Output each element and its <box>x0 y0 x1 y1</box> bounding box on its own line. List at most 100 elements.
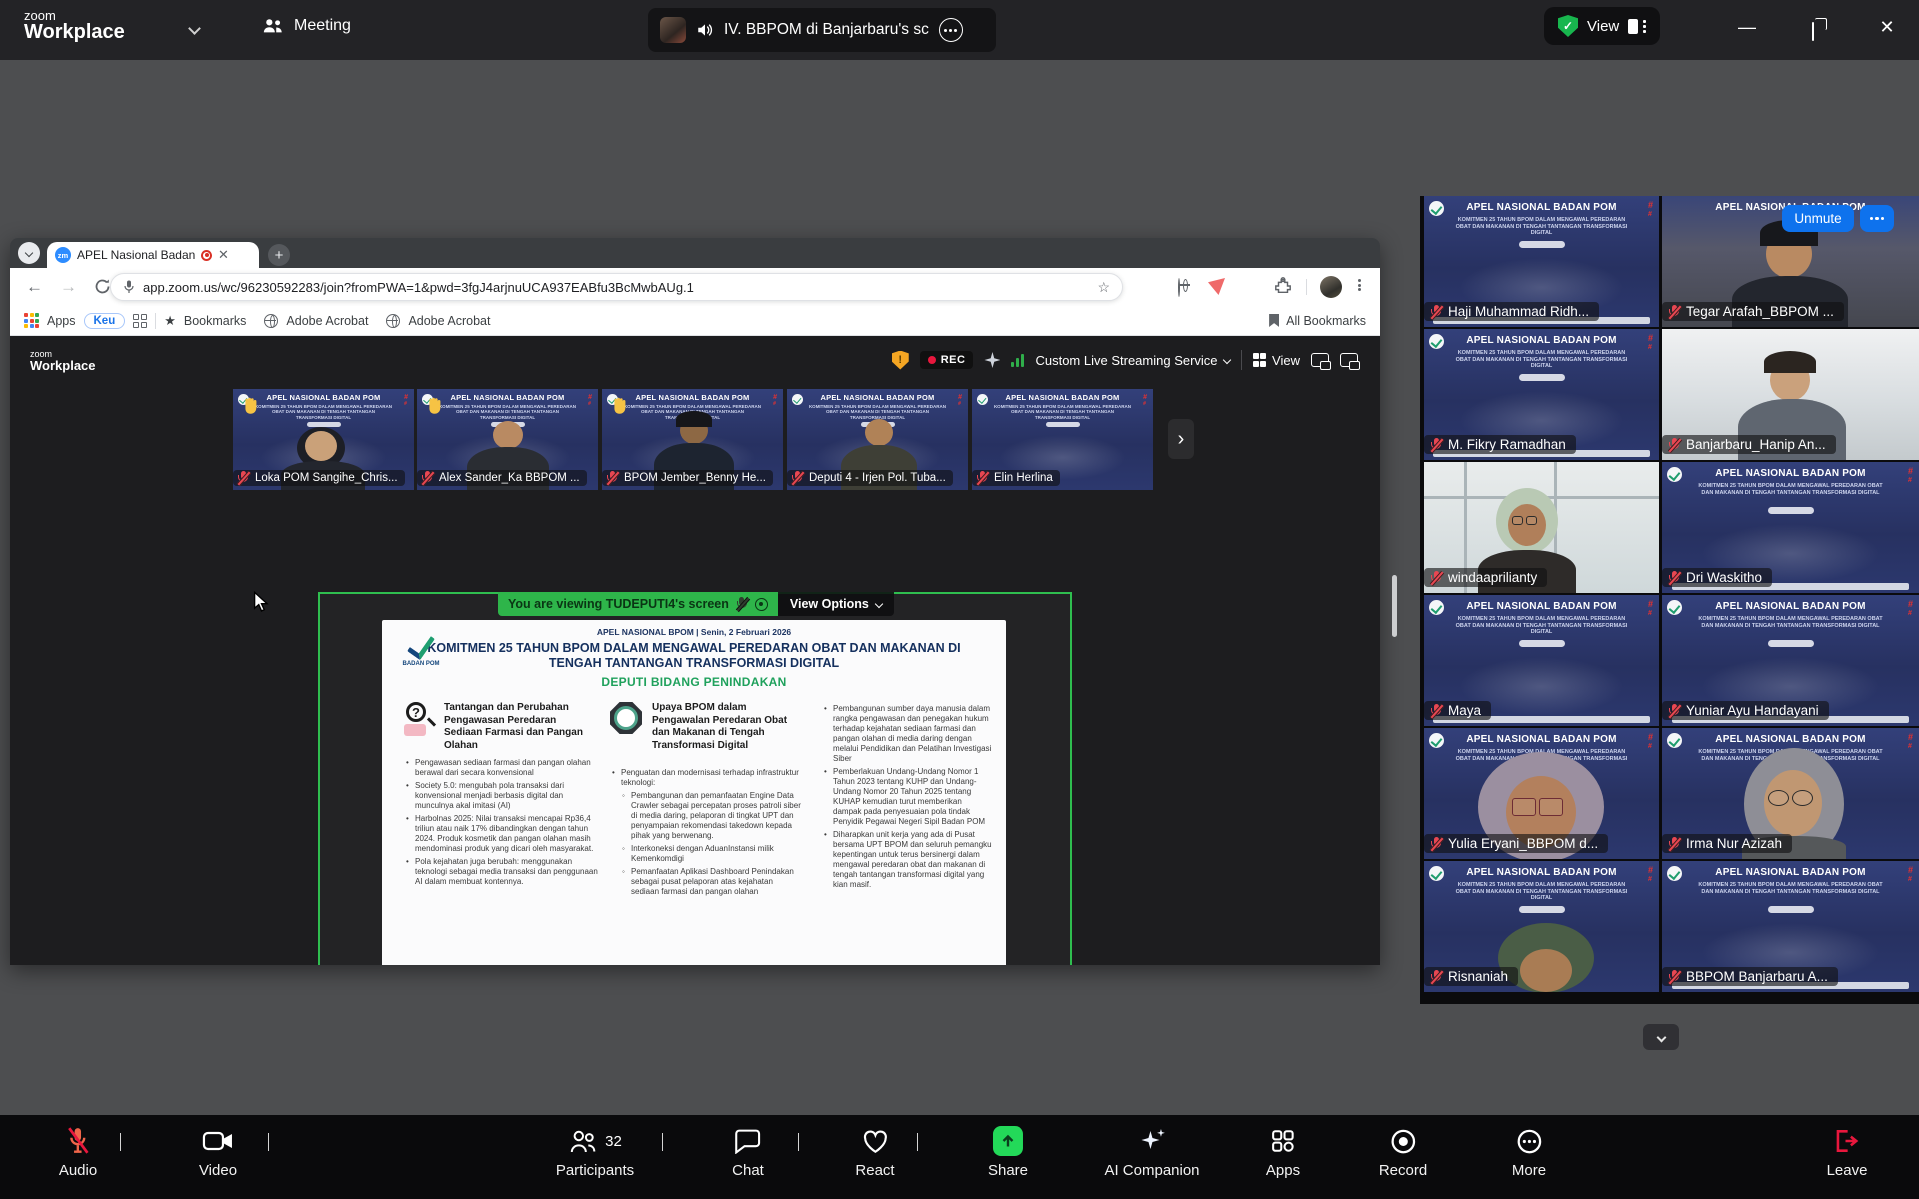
bookmark-bookmarks[interactable]: Bookmarks <box>184 314 247 328</box>
record-button[interactable]: Record <box>1379 1125 1427 1179</box>
bookmark-acrobat-1[interactable]: Adobe Acrobat <box>286 314 368 328</box>
apps-button[interactable]: Apps <box>1266 1125 1300 1179</box>
badan-pom-logo-icon <box>977 394 988 405</box>
restore-button[interactable] <box>1812 23 1814 41</box>
view-label: View <box>1587 18 1619 35</box>
strip-participant-tile[interactable]: APEL NASIONAL BADAN POM KOMITMEN 25 TAHU… <box>602 389 783 490</box>
col3-bullets: Pembangunan sumber daya manusia dalam ra… <box>824 704 992 893</box>
tab-meeting[interactable]: Meeting <box>262 17 351 35</box>
strip-next-chevron-button[interactable]: › <box>1168 419 1194 459</box>
video-options-chevron-icon[interactable] <box>268 1133 269 1151</box>
raised-hand-icon <box>239 395 261 417</box>
participant-nametag: Deputi 4 - Irjen Pol. Tuba... <box>787 470 953 486</box>
browser-menu-kebab-icon[interactable] <box>1358 278 1361 293</box>
participants-options-chevron-icon[interactable] <box>662 1133 663 1151</box>
bookmark-grid-icon[interactable] <box>133 314 147 328</box>
leave-label: Leave <box>1827 1162 1868 1179</box>
extensions-puzzle-icon[interactable] <box>1274 277 1292 295</box>
audio-button[interactable]: Audio <box>59 1125 97 1179</box>
scrollbar-thumb[interactable] <box>1392 575 1397 637</box>
workspace-chevron-down-icon[interactable] <box>188 22 201 35</box>
view-menu-button[interactable]: ✓ View <box>1544 7 1660 45</box>
ai-companion-button[interactable]: AI Companion <box>1104 1125 1199 1179</box>
gallery-collapse-chevron-button[interactable] <box>1643 1024 1679 1050</box>
participant-tile[interactable]: APEL NASIONAL BADAN POMKOMITMEN 25 TAHUN… <box>1424 861 1659 992</box>
active-meeting-tab[interactable]: IV. BBPOM di Banjarbaru's sc <box>648 8 996 52</box>
strip-participant-tile[interactable]: APEL NASIONAL BADAN POM KOMITMEN 25 TAHU… <box>233 389 414 490</box>
presentation-slide: APEL NASIONAL BPOM | Senin, 2 Februari 2… <box>382 620 1006 965</box>
participant-name: Yulia Eryani_BBPOM d... <box>1448 836 1598 851</box>
video-button[interactable]: Video <box>199 1125 237 1179</box>
chat-options-chevron-icon[interactable] <box>798 1133 799 1151</box>
forward-icon[interactable]: → <box>60 277 77 297</box>
strip-participant-tile[interactable]: APEL NASIONAL BADAN POM KOMITMEN 25 TAHU… <box>972 389 1153 490</box>
tab-close-icon[interactable]: ✕ <box>218 247 229 263</box>
banner-title: APEL NASIONAL BADAN POM <box>1448 734 1636 745</box>
back-icon[interactable]: ← <box>26 277 43 297</box>
participant-tile[interactable]: Banjarbaru_Hanip An... <box>1662 329 1919 460</box>
participant-tile[interactable]: APEL NASIONAL BADAN POMKOMITMEN 25 TAHUN… <box>1662 462 1919 593</box>
participant-tile[interactable]: windaaprilianty <box>1424 462 1659 593</box>
floating-more-options-button[interactable] <box>1860 205 1894 232</box>
bookmark-star-icon[interactable]: ☆ <box>1097 279 1110 296</box>
zoom-favicon: zm <box>55 247 71 263</box>
banner-subtitle: KOMITMEN 25 TAHUN BPOM DALAM MENGAWAL PE… <box>1452 882 1631 902</box>
badan-pom-logo-icon <box>1667 467 1682 482</box>
browser-tab[interactable]: zm APEL Nasional Badan Penga ✕ <box>47 242 259 268</box>
hashtag-logos: ## <box>588 394 592 408</box>
strip-participant-tile[interactable]: APEL NASIONAL BADAN POM KOMITMEN 25 TAHU… <box>417 389 598 490</box>
participant-tile[interactable]: APEL NASIONAL BADAN POMKOMITMEN 25 TAHUN… <box>1424 595 1659 726</box>
bullet: Penguatan dan modernisasi terhadap infra… <box>612 768 802 788</box>
reload-icon[interactable] <box>94 278 111 295</box>
strip-participant-tile-active-speaker[interactable]: APEL NASIONAL BADAN POM KOMITMEN 25 TAHU… <box>787 389 968 490</box>
live-streaming-menu[interactable]: Custom Live Streaming Service <box>1035 353 1229 368</box>
close-button[interactable]: ✕ <box>1872 17 1902 38</box>
floating-unmute-button[interactable]: Unmute <box>1782 205 1854 232</box>
chevron-down-icon <box>1222 356 1230 364</box>
tab-search-chevron-icon[interactable] <box>18 242 40 264</box>
minimize-button[interactable]: — <box>1732 17 1762 38</box>
warning-shield-icon[interactable]: ! <box>892 351 909 370</box>
bookmark-apps[interactable]: Apps <box>47 314 76 328</box>
participant-nametag: M. Fikry Ramadhan <box>1424 435 1576 454</box>
ai-sparkle-icon[interactable] <box>984 352 1000 368</box>
all-bookmarks-label: All Bookmarks <box>1286 314 1366 328</box>
participant-name: Maya <box>1448 703 1481 718</box>
participant-name: Banjarbaru_Hanip An... <box>1686 437 1826 452</box>
glasses <box>1512 798 1563 816</box>
participant-tile[interactable]: APEL NASIONAL BADAN POMKOMITMEN 25 TAHUN… <box>1662 595 1919 726</box>
apps-grid-icon[interactable] <box>24 313 39 328</box>
popout-video-icon[interactable] <box>1340 353 1358 367</box>
participant-tile[interactable]: APEL NASIONAL BADAN POMKOMITMEN 25 TAHUN… <box>1662 728 1919 859</box>
bird-extension-icon[interactable] <box>1208 278 1225 295</box>
bookmark-acrobat-2[interactable]: Adobe Acrobat <box>408 314 490 328</box>
banner-title: APEL NASIONAL BADAN POM <box>1688 734 1894 745</box>
address-bar[interactable]: app.zoom.us/wc/96230592283/join?fromPWA=… <box>110 273 1123 301</box>
view-options-button[interactable]: View Options <box>778 592 894 616</box>
minimize-video-icon[interactable] <box>1311 353 1329 367</box>
audio-options-chevron-icon[interactable] <box>120 1133 121 1151</box>
participant-name: Elin Herlina <box>994 472 1053 484</box>
chat-button[interactable]: Chat <box>732 1125 764 1179</box>
react-options-chevron-icon[interactable] <box>917 1133 918 1151</box>
participants-button[interactable]: 32 Participants <box>556 1125 634 1179</box>
participant-tile[interactable]: APEL NASIONAL BADAN POMKOMITMEN 25 TAHUN… <box>1662 861 1919 992</box>
tab-more-options-icon[interactable] <box>939 18 963 42</box>
browser-profile-avatar[interactable] <box>1320 276 1342 298</box>
new-tab-button[interactable]: + <box>268 244 290 266</box>
participant-tile[interactable]: APEL NASIONAL BADAN POMKOMITMEN 25 TAHUN… <box>1424 728 1659 859</box>
globe-extension-icon[interactable] <box>1178 278 1180 297</box>
more-button[interactable]: More <box>1512 1125 1546 1179</box>
share-button[interactable]: Share <box>988 1125 1028 1179</box>
react-button[interactable]: React <box>855 1125 894 1179</box>
zoom-workplace-window: zoom Workplace Meeting IV. BBPOM di Banj… <box>0 0 1919 1199</box>
participant-tile[interactable]: APEL NASIONAL BADAN POMKOMITMEN 25 TAHUN… <box>1424 329 1659 460</box>
all-bookmarks[interactable]: All Bookmarks <box>1269 314 1366 328</box>
zoom-workplace-logo: zoom Workplace <box>24 9 125 43</box>
bookmark-keu-pill[interactable]: Keu <box>84 313 126 329</box>
audio-speaker-icon <box>696 22 714 38</box>
participant-tile-active[interactable]: APEL NASIONAL BADAN POMKOMITMEN 25 TAHUN… <box>1424 196 1659 327</box>
gallery-view-button[interactable]: View <box>1253 353 1300 368</box>
mic-muted-icon <box>1430 837 1442 851</box>
leave-button[interactable]: Leave <box>1827 1125 1868 1179</box>
